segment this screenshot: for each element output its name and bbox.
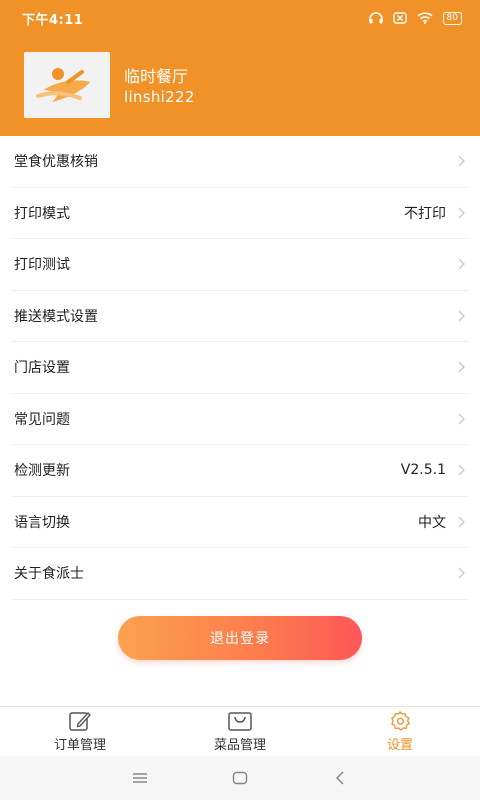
headphones-icon: [368, 12, 383, 24]
menu-item-push-mode[interactable]: 推送模式设置: [12, 291, 468, 342]
runner-logo-icon: [24, 52, 110, 118]
menu-item-label: 门店设置: [14, 360, 70, 377]
menu-item-value: 不打印: [404, 205, 446, 222]
back-icon[interactable]: [325, 763, 355, 793]
menu-item-about[interactable]: 关于食派士: [12, 548, 468, 600]
chevron-right-icon: [458, 516, 465, 528]
status-icons: 80: [368, 11, 462, 25]
tab-label: 菜品管理: [213, 738, 266, 753]
menu-item-label: 常见问题: [14, 411, 70, 428]
menu-item-print-test[interactable]: 打印测试: [12, 239, 468, 291]
chevron-right-icon: [458, 567, 465, 579]
tab-dishes[interactable]: 菜品管理: [160, 707, 320, 756]
sim-off-icon: [392, 12, 407, 24]
menu-item-print-mode[interactable]: 打印模式 不打印: [12, 188, 468, 239]
gear-icon: [391, 711, 410, 731]
menu-item-value: V2.5.1: [400, 462, 446, 479]
menu-item-label: 推送模式设置: [14, 308, 98, 325]
home-icon[interactable]: [225, 763, 255, 793]
chevron-right-icon: [458, 464, 465, 476]
status-bar: 下午4:11 80: [0, 0, 480, 36]
chevron-right-icon: [458, 310, 465, 322]
edit-icon: [69, 711, 91, 731]
menu-item-label: 堂食优惠核销: [14, 154, 98, 171]
tab-settings[interactable]: 设置: [320, 707, 480, 756]
menu-item-dine-in-coupon[interactable]: 堂食优惠核销: [12, 136, 468, 188]
tab-orders[interactable]: 订单管理: [0, 707, 160, 756]
shop-account: linshi222: [124, 88, 195, 106]
logout-button[interactable]: 退出登录: [118, 616, 362, 660]
wifi-icon: [416, 12, 433, 24]
menu-item-store-settings[interactable]: 门店设置: [12, 342, 468, 394]
chevron-right-icon: [458, 155, 465, 167]
menu-item-check-update[interactable]: 检测更新 V2.5.1: [12, 445, 468, 497]
settings-menu: 堂食优惠核销 打印模式 不打印 打印测试 推送模式设置 门店设置 常见问题 检测…: [0, 136, 480, 600]
logout-container: 退出登录: [0, 616, 480, 660]
menu-icon[interactable]: [125, 763, 155, 793]
menu-item-faq[interactable]: 常见问题: [12, 394, 468, 445]
tab-label: 订单管理: [53, 738, 106, 753]
chevron-right-icon: [458, 361, 465, 373]
menu-item-label: 语言切换: [14, 514, 70, 531]
battery-icon: 80: [442, 11, 462, 25]
tab-label: 设置: [386, 738, 413, 753]
bottom-tab-bar: 订单管理 菜品管理 设置: [0, 706, 480, 756]
chevron-right-icon: [458, 413, 465, 425]
menu-item-label: 关于食派士: [14, 566, 84, 583]
status-time: 下午4:11: [22, 12, 84, 28]
bag-icon: [228, 712, 252, 731]
menu-item-label: 检测更新: [14, 463, 70, 480]
chevron-right-icon: [458, 258, 465, 270]
menu-item-label: 打印模式: [14, 205, 70, 222]
menu-item-language[interactable]: 语言切换 中文: [12, 497, 468, 548]
profile-header: 临时餐厅 linshi222: [0, 36, 480, 136]
system-nav-bar: [0, 756, 480, 800]
shop-name: 临时餐厅: [124, 67, 189, 86]
menu-item-value: 中文: [418, 514, 446, 531]
chevron-right-icon: [458, 207, 465, 219]
shop-logo: [24, 52, 110, 118]
menu-item-label: 打印测试: [14, 257, 70, 274]
